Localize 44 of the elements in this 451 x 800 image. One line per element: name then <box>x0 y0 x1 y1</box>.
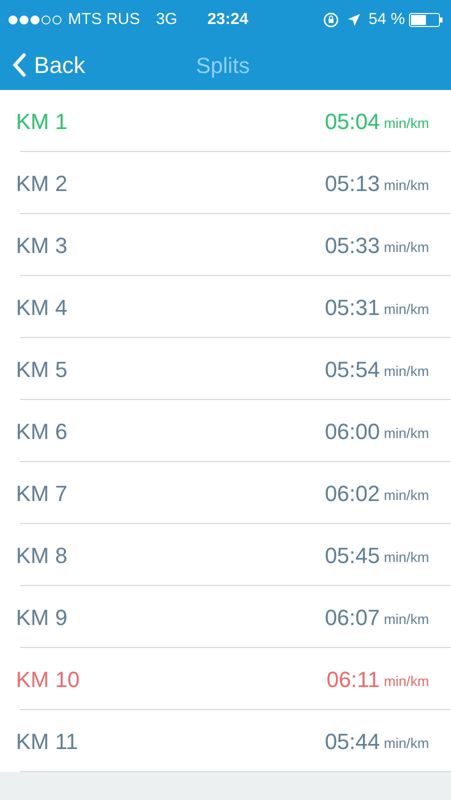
pace-unit: min/km <box>384 486 429 504</box>
battery-text: 54 % <box>368 10 405 30</box>
pace-unit: min/km <box>384 672 429 690</box>
split-pace: 06:07 <box>324 604 380 632</box>
pace-unit: min/km <box>384 114 429 132</box>
split-label: KM 10 <box>16 666 81 694</box>
location-arrow-icon <box>346 13 361 27</box>
pace-unit: min/km <box>384 176 429 194</box>
split-label: KM 9 <box>16 604 68 632</box>
pace-unit: min/km <box>384 610 429 628</box>
carrier-text: MTS RUS <box>68 10 140 30</box>
split-pace: 06:00 <box>324 418 380 446</box>
split-label: KM 8 <box>16 542 68 570</box>
split-label: KM 2 <box>16 170 68 198</box>
split-label: KM 1 <box>16 108 68 136</box>
split-label: KM 11 <box>16 728 79 756</box>
split-pace: 05:04 <box>324 108 380 136</box>
split-pace: 05:45 <box>324 542 380 570</box>
split-pace: 05:31 <box>324 294 380 322</box>
split-pace: 05:54 <box>324 356 380 384</box>
split-pace: 05:44 <box>324 728 380 756</box>
chevron-left-icon <box>12 53 26 77</box>
pace-unit: min/km <box>384 734 429 752</box>
pace-unit: min/km <box>384 548 429 566</box>
pace-unit: min/km <box>384 238 429 256</box>
back-button[interactable]: Back <box>12 48 86 82</box>
split-label: KM 7 <box>16 480 68 508</box>
split-label: KM 3 <box>16 232 68 260</box>
split-label: KM 6 <box>16 418 68 446</box>
screen-title: Splits <box>196 52 250 80</box>
clock-text: 23:24 <box>207 10 248 30</box>
split-label: KM 4 <box>16 294 68 322</box>
split-pace: 05:13 <box>324 170 380 198</box>
split-pace: 06:02 <box>324 480 380 508</box>
split-label: KM 5 <box>16 356 68 384</box>
split-pace: 05:33 <box>324 232 380 260</box>
rotation-lock-icon <box>322 12 339 28</box>
split-pace: 06:11 <box>326 666 380 694</box>
pace-unit: min/km <box>384 424 429 442</box>
signal-icon <box>8 15 64 25</box>
pace-unit: min/km <box>384 362 429 380</box>
network-text: 3G <box>156 10 178 30</box>
pace-unit: min/km <box>384 300 429 318</box>
battery-icon <box>409 13 443 27</box>
